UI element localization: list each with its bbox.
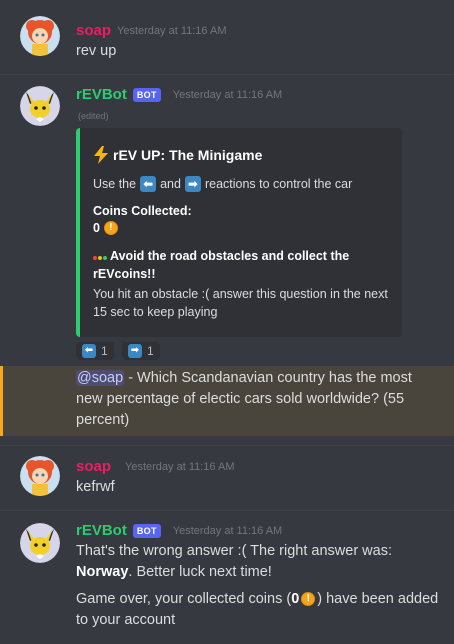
correct-answer: Norway	[76, 564, 129, 580]
answer-text: That's the wrong answer :( The right ans…	[76, 543, 392, 559]
answer-text: . Better luck next time!	[128, 564, 272, 580]
message-header: rEVBot BOT Yesterday at 11:16 AM	[76, 522, 282, 539]
message-text-answer: That's the wrong answer :( The right ans…	[76, 541, 442, 583]
gameover-text: Game over, your collected coins (	[76, 591, 292, 607]
timestamp[interactable]: Yesterday at 11:16 AM	[173, 525, 282, 537]
username[interactable]: rEVBot	[76, 522, 127, 539]
avatar-revbot[interactable]	[20, 523, 60, 563]
message-text-gameover: Game over, your collected coins (0!) hav…	[76, 589, 442, 631]
coin-icon: !	[301, 592, 316, 607]
message-bot-2: rEVBot BOT Yesterday at 11:16 AM That's …	[0, 0, 454, 644]
bot-badge: BOT	[132, 523, 161, 538]
coins-count: 0	[291, 591, 300, 607]
